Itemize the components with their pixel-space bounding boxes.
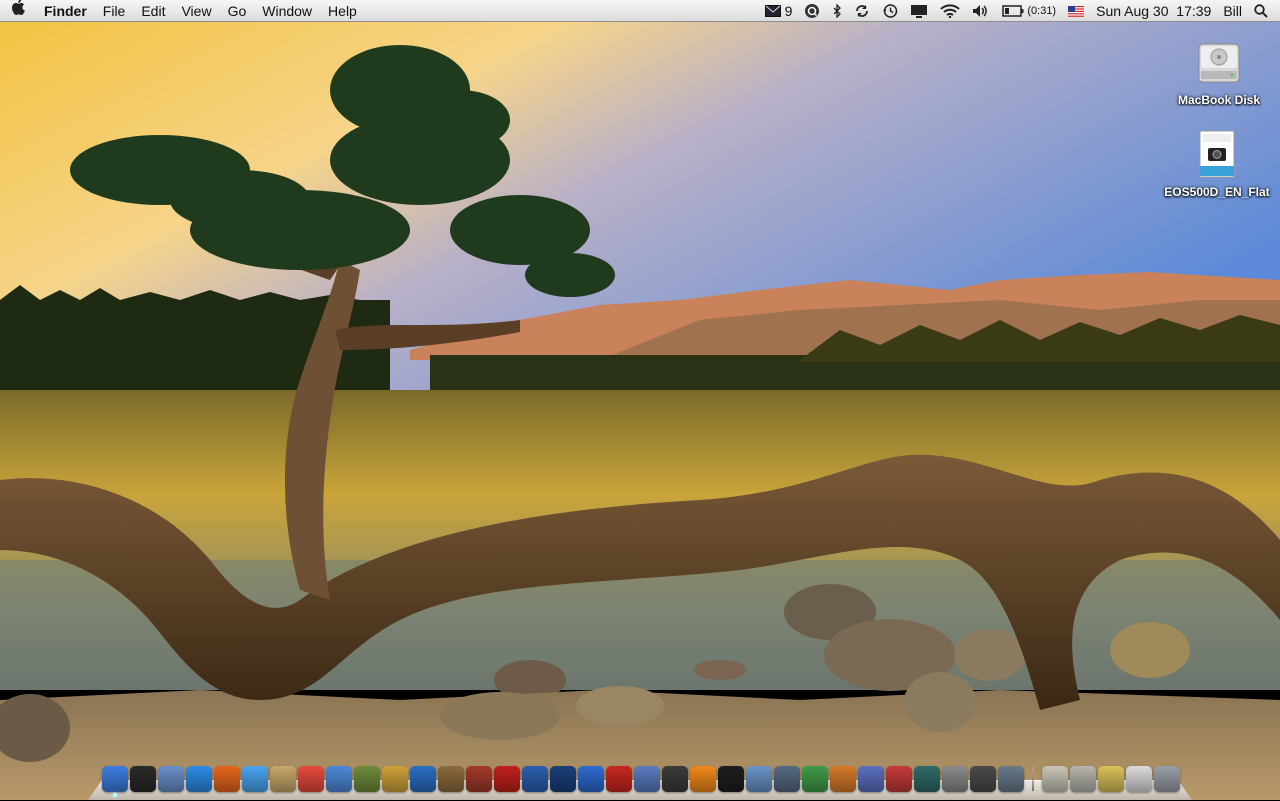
dock-activity-monitor-icon[interactable]: [802, 766, 828, 792]
time-machine-icon: [882, 3, 898, 19]
pdf-document-icon: [1157, 130, 1277, 181]
dock-iphoto-icon[interactable]: [354, 766, 380, 792]
volume-status[interactable]: [966, 0, 996, 22]
quicksilver-status[interactable]: [798, 0, 826, 22]
desktop-icon-macbook-disk[interactable]: MacBook Disk: [1159, 40, 1279, 107]
dock-dashboard-icon[interactable]: [130, 766, 156, 792]
battery-icon: [1002, 5, 1024, 17]
dock-quicktime-icon[interactable]: [662, 766, 688, 792]
dock-calculator-tool-icon[interactable]: [774, 766, 800, 792]
dock-garageband-icon[interactable]: [886, 766, 912, 792]
dock-applications-stack-icon[interactable]: [1042, 766, 1068, 792]
apple-menu-icon[interactable]: [0, 0, 36, 22]
sync-icon: [854, 3, 870, 19]
dock-imovie-icon[interactable]: [858, 766, 884, 792]
dock-dvd-player-icon[interactable]: [410, 766, 436, 792]
dock-firefox-icon[interactable]: [214, 766, 240, 792]
desktop-icon-label: MacBook Disk: [1177, 93, 1261, 107]
dock-photo-booth-icon[interactable]: [466, 766, 492, 792]
mail-count: 9: [784, 3, 793, 19]
dock-printer-icon[interactable]: [998, 766, 1024, 792]
dock-network-app-icon[interactable]: [522, 766, 548, 792]
dock-system-preferences-icon[interactable]: [942, 766, 968, 792]
sync-status[interactable]: [848, 0, 876, 22]
bluetooth-icon: [832, 4, 842, 18]
dock-documents-stack-icon[interactable]: [1070, 766, 1096, 792]
menu-finder[interactable]: Finder: [36, 0, 95, 22]
us-flag-icon: [1068, 5, 1085, 17]
menu-help[interactable]: Help: [320, 0, 365, 22]
dock-items: [102, 764, 1180, 797]
spotlight-search-icon: [1254, 4, 1268, 18]
dock-separator: [1032, 767, 1034, 791]
menu-file[interactable]: File: [95, 0, 134, 22]
display-icon: [910, 4, 928, 18]
dock-mail-stamp-icon[interactable]: [830, 766, 856, 792]
dock-itunes-icon[interactable]: [326, 766, 352, 792]
running-indicator: [113, 793, 117, 797]
dock-safari-icon[interactable]: [186, 766, 212, 792]
mail-status[interactable]: 9: [759, 0, 799, 22]
spotlight-button[interactable]: [1248, 0, 1280, 22]
dock-ical-icon[interactable]: [298, 766, 324, 792]
dock-mail-stack-icon[interactable]: [1126, 766, 1152, 792]
menu-view[interactable]: View: [173, 0, 219, 22]
wifi-icon: [940, 4, 961, 18]
battery-status[interactable]: (0:31): [996, 0, 1062, 22]
dock-address-book-icon[interactable]: [270, 766, 296, 792]
dock-photoshop-icon[interactable]: [550, 766, 576, 792]
dock-script-editor-icon[interactable]: [746, 766, 772, 792]
menu-edit[interactable]: Edit: [133, 0, 173, 22]
menu-clock[interactable]: Sun Aug 30 17:39: [1090, 0, 1217, 22]
desktop-icon-label: EOS500D_EN_Flat: [1164, 185, 1270, 199]
dock-vlc-icon[interactable]: [690, 766, 716, 792]
battery-time: (0:31): [1027, 5, 1057, 17]
wifi-status[interactable]: [934, 0, 966, 22]
dock-paintbrush-icon[interactable]: [438, 766, 464, 792]
dock-google-earth-icon[interactable]: [578, 766, 604, 792]
user-menu[interactable]: Bill: [1217, 0, 1248, 22]
mail-envelope-icon: [764, 5, 781, 17]
dock-flash-card-icon[interactable]: [494, 766, 520, 792]
desktop-wallpaper: [0, 0, 1280, 800]
dock-screenshot-app-icon[interactable]: [970, 766, 996, 792]
menu-window[interactable]: Window: [254, 0, 320, 22]
dock-downloads-stack-icon[interactable]: [1098, 766, 1124, 792]
dock-finder-icon[interactable]: [102, 766, 128, 797]
dock-front-row-icon[interactable]: [718, 766, 744, 792]
volume-icon: [972, 4, 990, 18]
menu-bar: Finder File Edit View Go Window Help 9 (…: [0, 0, 1280, 22]
dock-star-app-icon[interactable]: [382, 766, 408, 792]
dock-ichat-icon[interactable]: [242, 766, 268, 792]
display-status[interactable]: [904, 0, 934, 22]
dock-time-machine-icon[interactable]: [914, 766, 940, 792]
desktop-icon-eos500d-pdf[interactable]: EOS500D_EN_Flat: [1157, 130, 1277, 199]
dock-preview-icon[interactable]: [158, 766, 184, 792]
input-source-status[interactable]: [1062, 0, 1090, 22]
hard-disk-icon: [1159, 40, 1279, 89]
menu-go[interactable]: Go: [220, 0, 255, 22]
dock-maps-app-icon[interactable]: [634, 766, 660, 792]
dock-trash-icon[interactable]: [1154, 766, 1180, 792]
dock-cross-app-icon[interactable]: [606, 766, 632, 792]
time-machine-status[interactable]: [876, 0, 904, 22]
bluetooth-status[interactable]: [826, 0, 848, 22]
quicksilver-icon: [804, 3, 820, 19]
dock: [88, 764, 1192, 800]
